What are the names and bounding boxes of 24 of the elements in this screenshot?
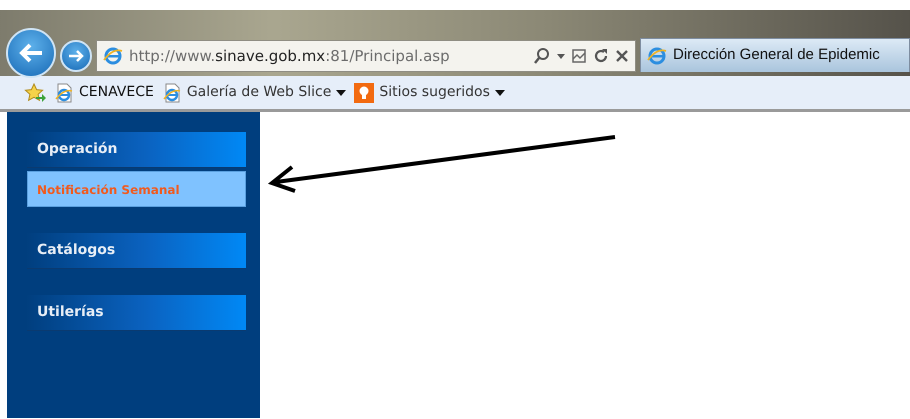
favorite-link[interactable]: CENAVECE <box>54 82 154 103</box>
favorite-link[interactable]: Galería de Web Slice <box>162 82 346 103</box>
lightbulb-icon <box>354 82 374 102</box>
url-text: http://www.sinave.gob.mx:81/Principal.asp <box>129 46 451 67</box>
close-icon[interactable] <box>615 49 629 63</box>
right-arrow-icon <box>67 49 85 63</box>
favorite-link[interactable]: Sitios sugeridos <box>354 82 505 103</box>
menu-section-header[interactable]: Utilerías <box>27 295 246 331</box>
page-icon <box>54 82 74 102</box>
menu-section-header[interactable]: Catálogos <box>27 233 246 269</box>
favorites-star-icon[interactable] <box>24 82 46 102</box>
refresh-icon[interactable] <box>593 48 609 64</box>
caret-icon[interactable] <box>557 54 565 58</box>
forward-button[interactable] <box>60 40 92 72</box>
back-button[interactable] <box>6 28 56 78</box>
search-icon[interactable] <box>533 47 551 65</box>
address-bar[interactable]: http://www.sinave.gob.mx:81/Principal.asp <box>96 40 636 72</box>
browser-logo-icon <box>647 46 667 66</box>
page-icon <box>162 82 182 102</box>
menu-section-header[interactable]: Operación <box>27 132 246 168</box>
browser-logo-icon <box>103 46 123 66</box>
left-arrow-icon <box>18 42 44 64</box>
browser-tab[interactable]: Dirección General de Epidemic <box>640 38 910 72</box>
tab-title: Dirección General de Epidemic <box>673 45 880 66</box>
